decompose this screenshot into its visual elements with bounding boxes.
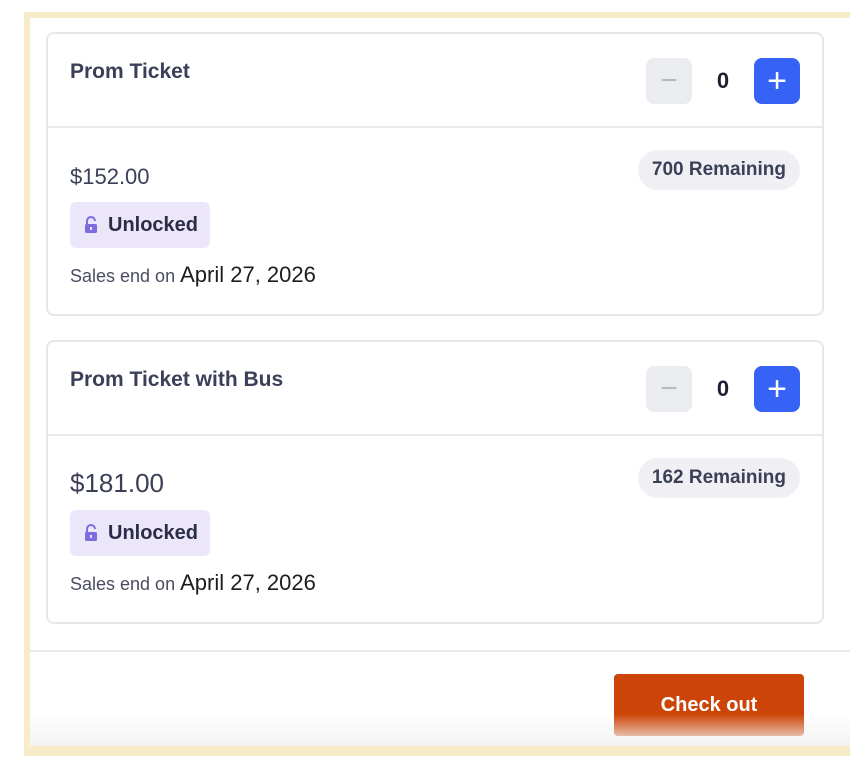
sales-end-label: Sales end on: [70, 574, 181, 594]
ticket-title: Prom Ticket with Bus: [70, 368, 284, 391]
ticket-card: Prom Ticket − 0 + $152.00 700 Remaining: [46, 32, 824, 316]
sales-end-date: April 27, 2026: [180, 262, 316, 287]
quantity-stepper: − 0 +: [646, 58, 800, 104]
sales-end-text: Sales end on April 27, 2026: [70, 262, 316, 288]
ticket-card-header: Prom Ticket with Bus − 0 +: [48, 342, 822, 436]
ticket-card-body: $181.00 162 Remaining Unlocked Sales end…: [48, 436, 822, 622]
ticket-card-body: $152.00 700 Remaining Unlocked Sales end…: [48, 128, 822, 314]
unlock-icon: [84, 216, 98, 234]
unlock-icon: [84, 524, 98, 542]
unlocked-badge: Unlocked: [70, 510, 211, 556]
decrease-quantity-button[interactable]: −: [646, 58, 692, 104]
remaining-badge: 162 Remaining: [637, 458, 800, 498]
sales-end-date: April 27, 2026: [180, 570, 316, 595]
quantity-stepper: − 0 +: [646, 366, 800, 412]
ticket-price: $181.00: [70, 468, 164, 498]
sales-end-label: Sales end on: [70, 266, 181, 286]
increase-quantity-button[interactable]: +: [754, 58, 800, 104]
ticket-price: $152.00: [70, 164, 150, 189]
unlocked-badge: Unlocked: [70, 202, 211, 248]
unlocked-badge-label: Unlocked: [108, 521, 199, 544]
increase-quantity-button[interactable]: +: [754, 366, 800, 412]
sales-end-text: Sales end on April 27, 2026: [70, 570, 316, 596]
bottom-fade: [30, 714, 850, 746]
page-frame: Prom Ticket − 0 + $152.00 700 Remaining: [24, 12, 850, 756]
decrease-quantity-button[interactable]: −: [646, 366, 692, 412]
ticket-panel: Prom Ticket − 0 + $152.00 700 Remaining: [30, 18, 850, 746]
remaining-badge: 700 Remaining: [637, 150, 800, 190]
unlocked-badge-label: Unlocked: [108, 213, 199, 236]
quantity-value: 0: [716, 376, 730, 401]
ticket-title: Prom Ticket: [70, 60, 190, 83]
ticket-card: Prom Ticket with Bus − 0 + $181.00 162 R…: [46, 340, 824, 624]
quantity-value: 0: [716, 68, 730, 93]
footer-divider: [30, 650, 850, 652]
ticket-card-header: Prom Ticket − 0 +: [48, 34, 822, 128]
